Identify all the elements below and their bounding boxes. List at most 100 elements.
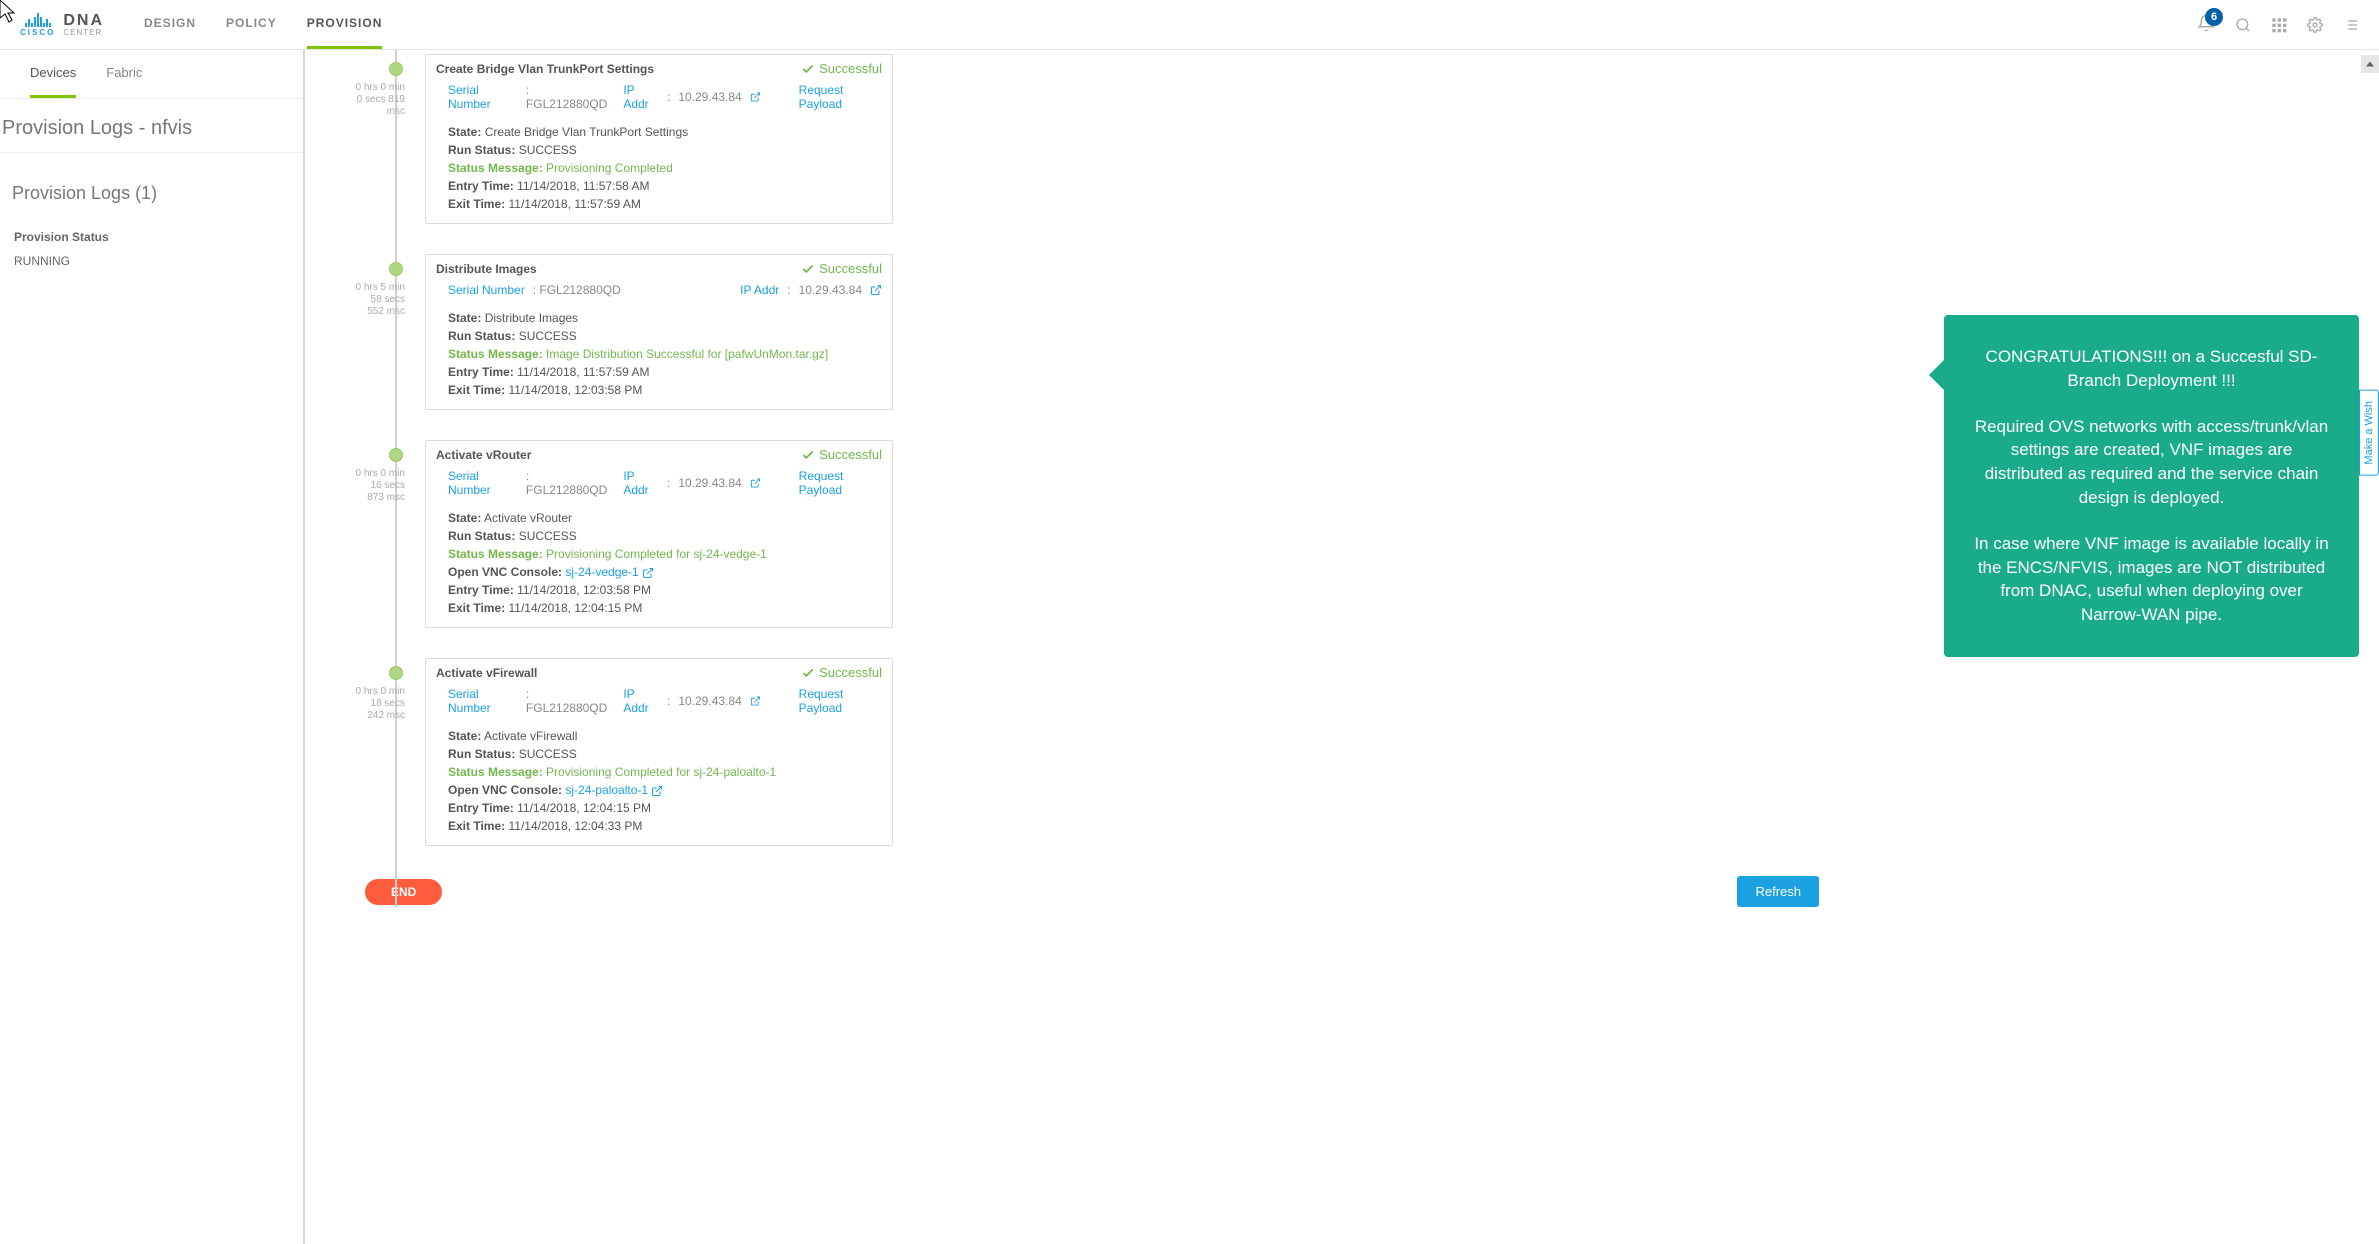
msg-value: Provisioning Completed [546, 161, 673, 175]
status-badge: Successful [801, 261, 882, 276]
apps-grid-icon[interactable] [2271, 17, 2287, 33]
callout-p3: In case where VNF image is available loc… [1972, 532, 2331, 627]
search-icon[interactable] [2235, 17, 2251, 33]
external-link-icon[interactable] [651, 785, 663, 797]
msg-value: Image Distribution Successful for [pafwU… [546, 347, 828, 361]
entry-value: 11/14/2018, 12:04:15 PM [517, 801, 651, 815]
msg-label: Status Message: [448, 347, 543, 361]
check-icon [801, 262, 815, 276]
ipaddr-label: IP Addr [623, 469, 659, 497]
chevron-up-icon [2365, 59, 2375, 69]
notification-badge: 6 [2205, 8, 2223, 26]
step-title: Activate vRouter [436, 448, 801, 462]
state-value: Activate vRouter [484, 511, 572, 525]
exit-label: Exit Time: [448, 601, 505, 615]
request-payload-link[interactable]: Request Payload [799, 469, 882, 497]
vnc-link[interactable]: sj-24-vedge-1 [565, 565, 638, 579]
notifications-button[interactable]: 6 [2197, 14, 2215, 35]
request-payload-link[interactable]: Request Payload [799, 83, 882, 111]
step-timing: 0 hrs 5 min58 secs552 msc [310, 282, 405, 318]
vnc-link[interactable]: sj-24-paloalto-1 [565, 783, 648, 797]
timeline-dot-icon [389, 666, 403, 680]
run-value: SUCCESS [519, 747, 577, 761]
info-callout: CONGRATULATIONS!!! on a Succesful SD-Bra… [1944, 315, 2359, 657]
serial-value: : FGL212880QD [533, 283, 621, 297]
state-value: Create Bridge Vlan TrunkPort Settings [485, 125, 688, 139]
nav-policy[interactable]: POLICY [226, 0, 277, 49]
status-text: Successful [819, 261, 882, 276]
msg-value: Provisioning Completed for sj-24-paloalt… [546, 765, 776, 779]
ipaddr-value: 10.29.43.84 [799, 283, 862, 297]
request-payload-link[interactable]: Request Payload [799, 687, 882, 715]
exit-label: Exit Time: [448, 383, 505, 397]
callout-p2: Required OVS networks with access/trunk/… [1972, 415, 2331, 510]
entry-value: 11/14/2018, 11:57:59 AM [517, 365, 649, 379]
provision-status-value: RUNNING [0, 250, 303, 272]
entry-value: 11/14/2018, 12:03:58 PM [517, 583, 651, 597]
external-link-icon[interactable] [642, 567, 654, 579]
msg-value: Provisioning Completed for sj-24-vedge-1 [546, 547, 767, 561]
entry-label: Entry Time: [448, 179, 514, 193]
nav-design[interactable]: DESIGN [144, 0, 196, 49]
gear-icon[interactable] [2307, 17, 2323, 33]
scroll-up-button[interactable] [2361, 55, 2379, 73]
page-title: Provision Logs - nfvis [0, 99, 303, 153]
ipaddr-value: 10.29.43.84 [678, 90, 741, 104]
topbar: CISCO DNA CENTER DESIGN POLICY PROVISION… [0, 0, 2379, 50]
main-nav: DESIGN POLICY PROVISION [144, 0, 382, 49]
external-link-icon[interactable] [750, 477, 761, 489]
brand-logo[interactable]: CISCO DNA CENTER [20, 13, 104, 37]
exit-value: 11/14/2018, 12:04:15 PM [508, 601, 642, 615]
run-label: Run Status: [448, 329, 515, 343]
run-value: SUCCESS [519, 143, 577, 157]
make-a-wish-button[interactable]: Make a Wish [2359, 390, 2379, 476]
step-timing: 0 hrs 0 min16 secs873 msc [310, 468, 405, 504]
entry-label: Entry Time: [448, 365, 514, 379]
refresh-button[interactable]: Refresh [1737, 876, 1819, 907]
entry-value: 11/14/2018, 11:57:58 AM [517, 179, 649, 193]
msg-label: Status Message: [448, 765, 543, 779]
serial-label: Serial Number [448, 83, 518, 111]
state-label: State: [448, 311, 481, 325]
status-badge: Successful [801, 61, 882, 76]
run-label: Run Status: [448, 747, 515, 761]
step-title: Activate vFirewall [436, 666, 801, 680]
cursor-overlay-icon [0, 0, 20, 24]
check-icon [801, 448, 815, 462]
external-link-icon[interactable] [750, 695, 761, 707]
vnc-label: Open VNC Console: [448, 565, 562, 579]
tab-fabric[interactable]: Fabric [106, 50, 142, 98]
provision-status-label: Provision Status [0, 212, 303, 250]
exit-label: Exit Time: [448, 197, 505, 211]
step-card: Create Bridge Vlan TrunkPort Settings Su… [425, 54, 893, 224]
exit-value: 11/14/2018, 12:03:58 PM [508, 383, 642, 397]
timeline-dot-icon [389, 262, 403, 276]
colon: : [667, 476, 670, 490]
external-link-icon[interactable] [870, 284, 882, 296]
check-icon [801, 666, 815, 680]
state-label: State: [448, 511, 481, 525]
external-link-icon[interactable] [750, 91, 761, 103]
end-button[interactable]: END [365, 879, 442, 905]
serial-label: Serial Number [448, 687, 518, 715]
list-icon[interactable] [2343, 17, 2359, 33]
nav-provision[interactable]: PROVISION [307, 0, 383, 49]
timeline-dot-icon [389, 62, 403, 76]
colon: : [787, 283, 790, 297]
exit-label: Exit Time: [448, 819, 505, 833]
timeline-dot-icon [389, 448, 403, 462]
ipaddr-value: 10.29.43.84 [678, 476, 741, 490]
msg-label: Status Message: [448, 547, 543, 561]
tab-devices[interactable]: Devices [30, 50, 76, 98]
check-icon [801, 62, 815, 76]
step-card: Distribute Images Successful Serial Numb… [425, 254, 893, 410]
serial-value: : FGL212880QD [526, 83, 607, 111]
dna-label: DNA [63, 13, 104, 29]
ipaddr-value: 10.29.43.84 [678, 694, 741, 708]
timeline-step: 0 hrs 0 min0 secs 819msc Create Bridge V… [365, 54, 2379, 224]
colon: : [667, 90, 670, 104]
sidebar: Devices Fabric Provision Logs - nfvis Pr… [0, 50, 305, 1244]
ipaddr-label: IP Addr [623, 83, 659, 111]
state-label: State: [448, 729, 481, 743]
step-title: Distribute Images [436, 262, 801, 276]
